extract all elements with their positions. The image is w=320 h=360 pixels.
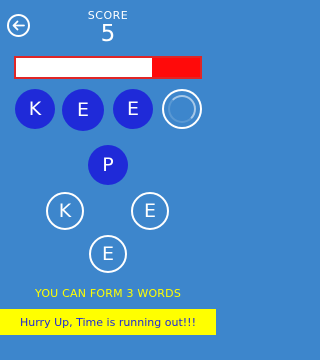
answer-slot[interactable]: E xyxy=(113,89,153,129)
answer-slot[interactable]: E xyxy=(62,89,104,131)
letter-tile[interactable]: P xyxy=(88,145,128,185)
letter-tile-used[interactable]: K xyxy=(46,192,84,230)
words-hint: YOU CAN FORM 3 WORDS xyxy=(35,287,181,300)
timer-fill xyxy=(152,58,200,77)
score-value: 5 xyxy=(100,21,116,47)
empty-slot-ring xyxy=(168,95,196,123)
answer-slot[interactable]: K xyxy=(15,89,55,129)
letter-tile-used[interactable]: E xyxy=(131,192,169,230)
letter-tile-used[interactable]: E xyxy=(89,235,127,273)
answer-slot-empty[interactable] xyxy=(162,89,202,129)
time-warning-banner: Hurry Up, Time is running out!!! xyxy=(0,309,216,335)
timer-bar xyxy=(14,56,202,79)
